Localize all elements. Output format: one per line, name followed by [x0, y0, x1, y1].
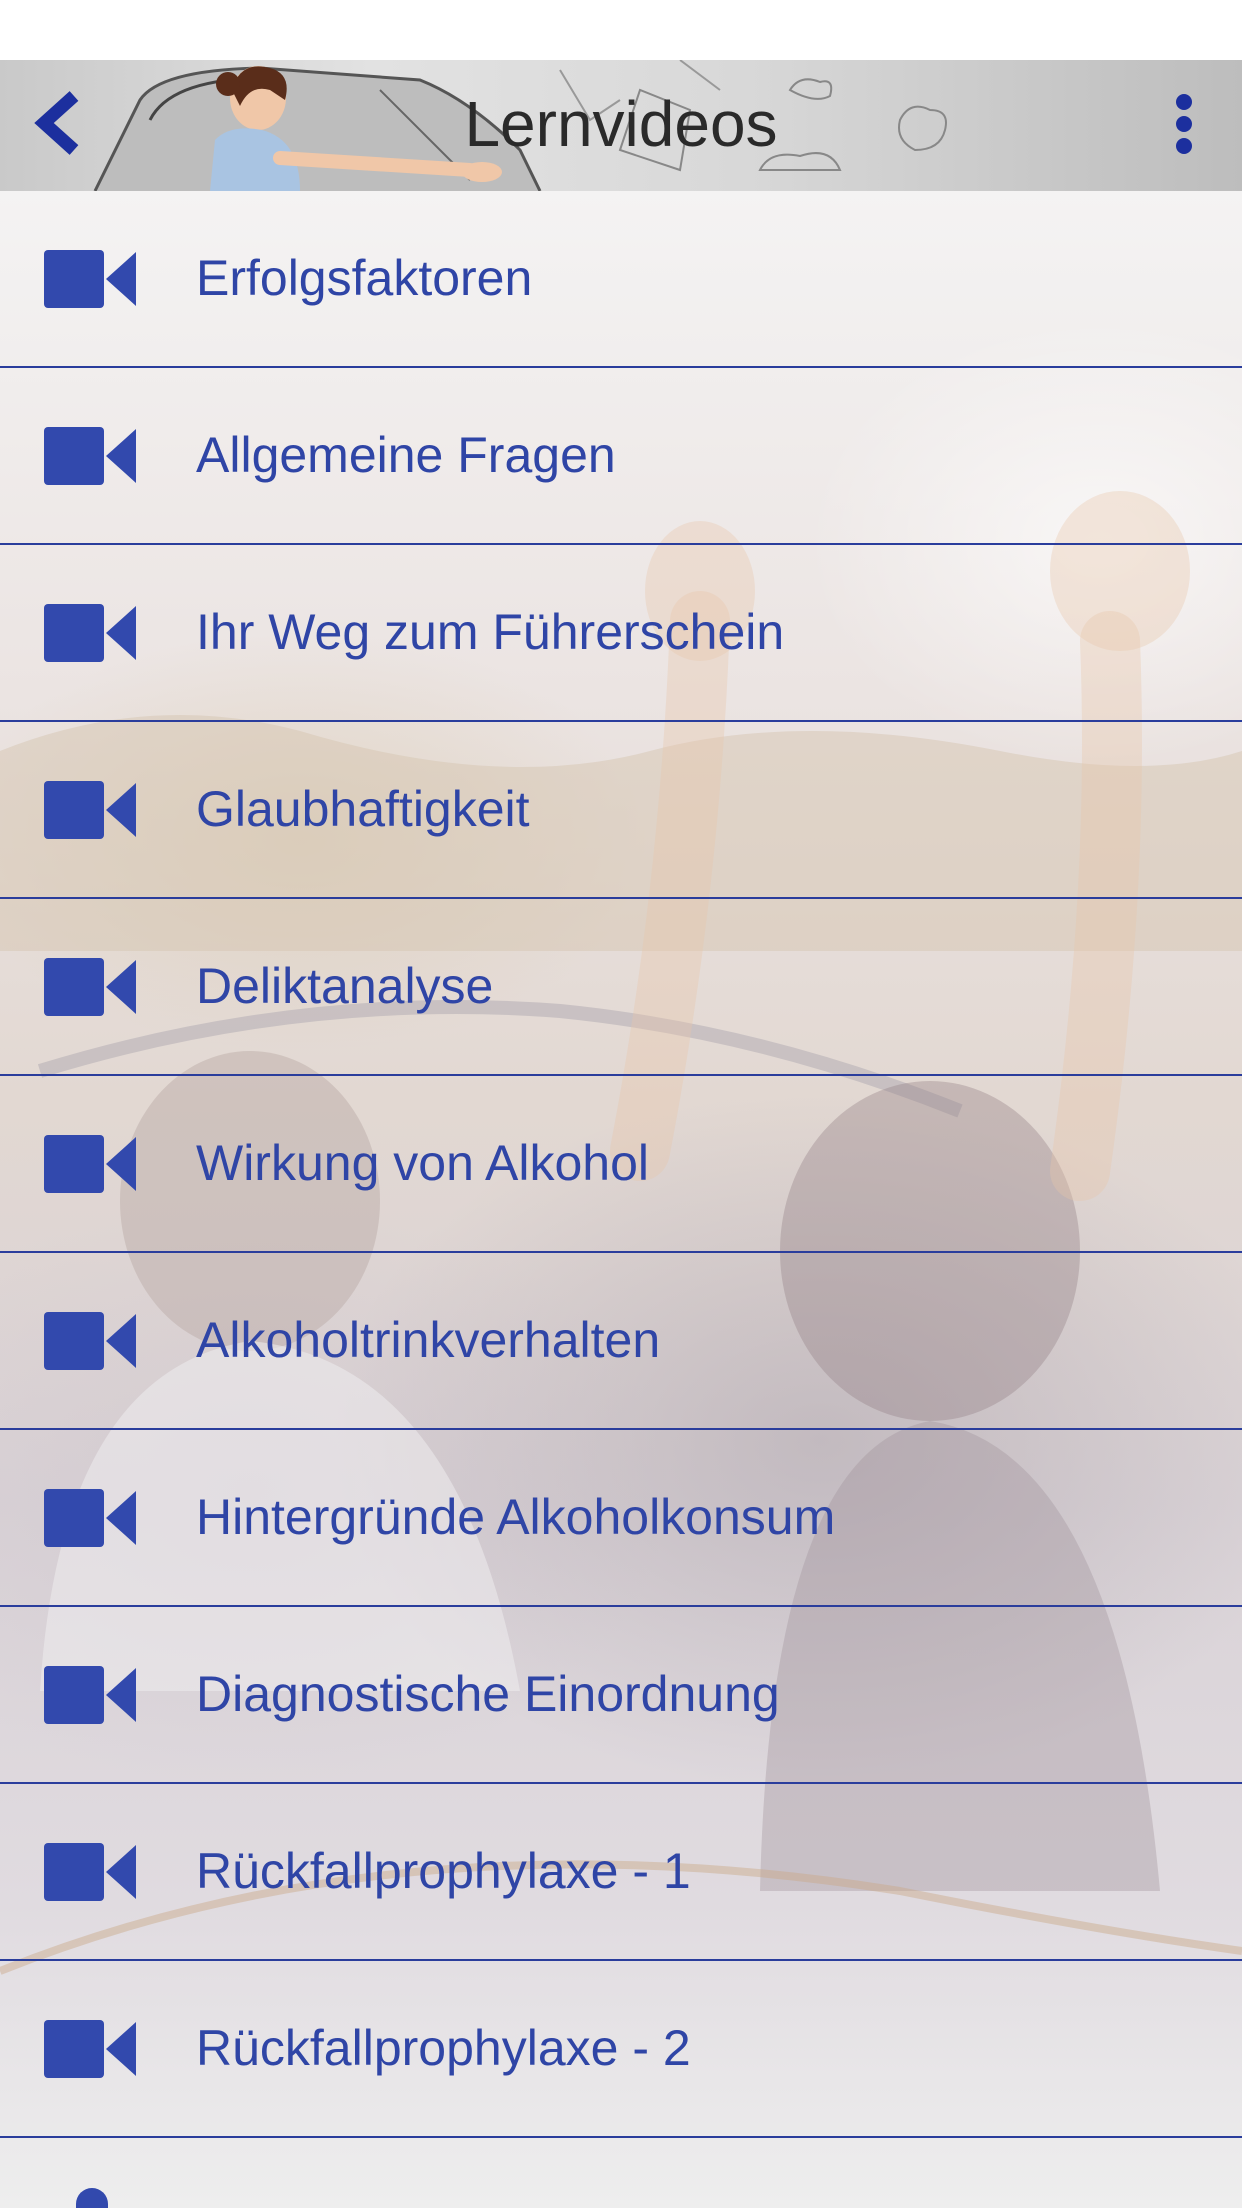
list-item[interactable]: Glaubhaftigkeit [0, 722, 1242, 899]
list-item[interactable]: Alkoholtrinkverhalten [0, 1253, 1242, 1430]
status-bar [0, 0, 1242, 60]
list-item-label: Wirkung von Alkohol [196, 1135, 650, 1191]
video-camera-icon [44, 1666, 136, 1724]
video-camera-icon [44, 1489, 136, 1547]
page-title: Lernvideos [464, 88, 778, 160]
video-camera-icon [44, 2020, 136, 2078]
list-item-partial[interactable] [0, 2138, 1242, 2208]
video-camera-icon [44, 427, 136, 485]
video-camera-icon [44, 604, 136, 662]
more-options-button[interactable] [1160, 90, 1210, 160]
video-camera-icon [44, 958, 136, 1016]
video-camera-icon [44, 250, 136, 308]
list-item[interactable]: Wirkung von Alkohol [0, 1076, 1242, 1253]
list-item[interactable]: Erfolgsfaktoren [0, 191, 1242, 368]
list-item[interactable]: Ihr Weg zum Führerschein [0, 545, 1242, 722]
microphone-icon [72, 2188, 112, 2208]
list-item-label: Alkoholtrinkverhalten [196, 1312, 661, 1368]
list-item-label: Diagnostische Einordnung [196, 1666, 780, 1722]
list-item-label: Allgemeine Fragen [196, 427, 616, 483]
list-item-label: Hintergründe Alkoholkonsum [196, 1489, 836, 1545]
app-header: Lernvideos [0, 60, 1242, 191]
list-item-label: Rückfallprophylaxe - 2 [196, 2020, 691, 2076]
list-item[interactable]: Rückfallprophylaxe - 1 [0, 1784, 1242, 1961]
list-item-label: Ihr Weg zum Führerschein [196, 604, 785, 660]
list-item[interactable]: Hintergründe Alkoholkonsum [0, 1430, 1242, 1607]
list-item-label: Deliktanalyse [196, 958, 494, 1014]
video-camera-icon [44, 1135, 136, 1193]
list-item-label: Erfolgsfaktoren [196, 250, 533, 306]
video-list: Erfolgsfaktoren Allgemeine Fragen Ihr Weg … [0, 191, 1242, 2208]
list-item[interactable]: Diagnostische Einordnung [0, 1607, 1242, 1784]
video-camera-icon [44, 781, 136, 839]
list-item[interactable]: Rückfallprophylaxe - 2 [0, 1961, 1242, 2138]
more-vertical-icon [1176, 94, 1192, 110]
video-camera-icon [44, 1312, 136, 1370]
list-item[interactable]: Deliktanalyse [0, 899, 1242, 1076]
list-item-label: Rückfallprophylaxe - 1 [196, 1843, 691, 1899]
video-camera-icon [44, 1843, 136, 1901]
list-item[interactable]: Allgemeine Fragen [0, 368, 1242, 545]
list-item-label: Glaubhaftigkeit [196, 781, 530, 837]
video-list-panel: Erfolgsfaktoren Allgemeine Fragen Ihr Weg … [0, 191, 1242, 2208]
